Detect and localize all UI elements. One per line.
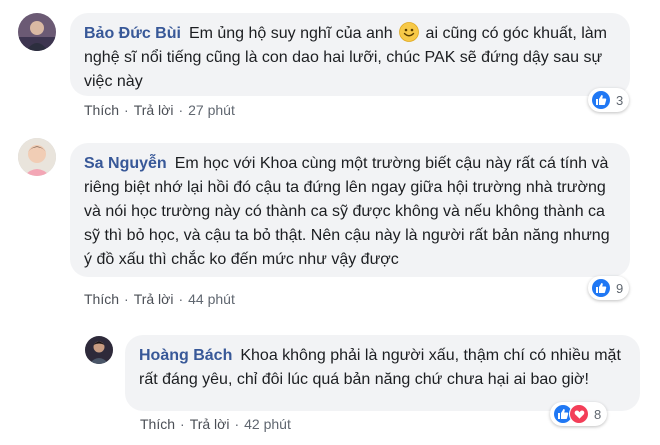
comment-actions: Thích · Trả lời · 42 phút (140, 416, 291, 432)
reaction-count: 9 (616, 280, 624, 296)
reaction-summary[interactable]: 8 (550, 402, 608, 426)
reaction-count: 8 (594, 406, 602, 422)
separator: · (124, 291, 129, 307)
like-icon (591, 278, 611, 298)
comment-timestamp[interactable]: 27 phút (188, 102, 235, 118)
separator: · (178, 291, 184, 307)
reply-link[interactable]: Trả lời (190, 416, 230, 432)
separator: · (234, 416, 240, 432)
comment-actions: Thích · Trả lời · 27 phút (84, 102, 235, 118)
separator: · (180, 416, 185, 432)
like-icon (591, 90, 611, 110)
reply-link[interactable]: Trả lời (134, 102, 174, 118)
like-link[interactable]: Thích (140, 416, 175, 432)
comment-bubble: Bảo Đức Bùi Em ủng hộ suy nghĩ của anh ai… (70, 13, 630, 96)
separator: · (124, 102, 129, 118)
separator: · (178, 102, 184, 118)
love-icon (569, 404, 589, 424)
comment-author[interactable]: Sa Nguyễn (84, 155, 167, 172)
comment-text: Em ủng hộ suy nghĩ của anh (188, 25, 393, 42)
avatar[interactable] (85, 336, 113, 364)
comment-author[interactable]: Bảo Đức Bùi (84, 25, 181, 42)
reply-link[interactable]: Trả lời (134, 291, 174, 307)
reaction-summary[interactable]: 3 (588, 88, 630, 112)
reaction-summary[interactable]: 9 (588, 276, 630, 300)
like-link[interactable]: Thích (84, 291, 119, 307)
comment-actions: Thích · Trả lời · 44 phút (84, 291, 235, 307)
comment-bubble: Hoàng Bách Khoa không phải là người xấu, … (125, 335, 640, 411)
avatar[interactable] (18, 13, 56, 51)
comment-timestamp[interactable]: 42 phút (244, 416, 291, 432)
comment-bubble: Sa Nguyễn Em học với Khoa cùng một trường… (70, 143, 630, 277)
comment-timestamp[interactable]: 44 phút (188, 291, 235, 307)
smiling-face-emoji-icon (399, 22, 419, 42)
comment-author[interactable]: Hoàng Bách (139, 347, 232, 364)
avatar[interactable] (18, 138, 56, 176)
like-link[interactable]: Thích (84, 102, 119, 118)
reaction-count: 3 (616, 92, 624, 108)
